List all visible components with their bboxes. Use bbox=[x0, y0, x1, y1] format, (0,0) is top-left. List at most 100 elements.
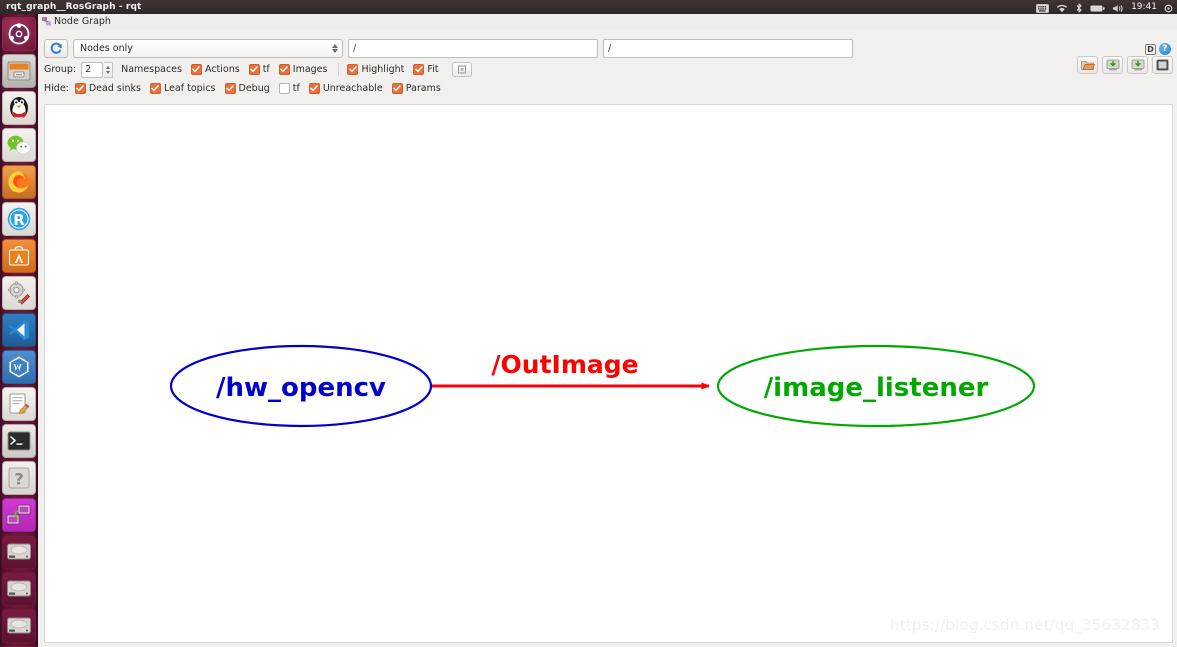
ubuntu-software-icon bbox=[8, 245, 30, 266]
checkbox-namespaces[interactable]: Namespaces bbox=[121, 64, 182, 75]
save-dot-button[interactable] bbox=[1127, 56, 1148, 74]
launcher-item-firefox[interactable] bbox=[2, 165, 36, 199]
launcher-item-qq[interactable] bbox=[2, 91, 36, 125]
launcher-item-disk-1[interactable] bbox=[2, 535, 36, 569]
launcher-item-remote-desktop[interactable] bbox=[2, 498, 36, 532]
refresh-icon bbox=[50, 42, 62, 54]
checkbox-debug-box[interactable] bbox=[224, 83, 236, 94]
graph-toolbar: D ? Nodes only / / Group: 2 Namespaces A… bbox=[38, 29, 1177, 103]
graph-canvas[interactable]: /OutImage /hw_opencv /image_listener htt… bbox=[44, 104, 1173, 643]
checkbox-unreachable[interactable]: Unreachable bbox=[308, 83, 383, 94]
qq-icon bbox=[10, 97, 28, 119]
dock-badge[interactable]: D bbox=[1145, 43, 1156, 55]
tab-strip: Node Graph bbox=[38, 14, 1177, 29]
help-question-icon[interactable]: ? bbox=[1159, 43, 1171, 55]
checkbox-dead-sinks-box[interactable] bbox=[74, 83, 86, 94]
node-filter-input[interactable]: / bbox=[603, 39, 853, 58]
toolbar-row-filters: Nodes only / / bbox=[44, 39, 853, 58]
svg-text:R: R bbox=[13, 211, 25, 229]
terminal-icon bbox=[7, 431, 31, 451]
group-depth-input[interactable]: 2 bbox=[81, 61, 104, 78]
launcher-item-text-editor[interactable] bbox=[2, 387, 36, 421]
node-label-image-listener: /image_listener bbox=[764, 373, 989, 403]
highlight-label: Highlight bbox=[361, 64, 405, 75]
fullscreen-icon bbox=[1156, 59, 1169, 71]
toolbar-separator bbox=[338, 63, 340, 76]
checkbox-images-box[interactable] bbox=[278, 64, 290, 75]
screen: rqt_graph__RosGraph - rqt 19:41 R ? Node… bbox=[0, 0, 1177, 647]
text-editor-icon bbox=[9, 393, 30, 414]
svg-text:?: ? bbox=[14, 470, 23, 489]
rqt-window: Node Graph D ? Nodes only / / Group: 2 N… bbox=[38, 14, 1177, 647]
launcher-item-disk-2[interactable] bbox=[2, 572, 36, 606]
graph-node-hw-opencv[interactable]: /hw_opencv bbox=[169, 344, 433, 428]
fit-in-view-button[interactable] bbox=[451, 62, 472, 77]
checkbox-leaf-topics-box[interactable] bbox=[149, 83, 161, 94]
launcher-item-help[interactable]: ? bbox=[2, 461, 36, 495]
graph-edge-outimage[interactable]: /OutImage bbox=[431, 350, 711, 390]
launcher-item-wps-writer[interactable] bbox=[2, 350, 36, 384]
window-title: rqt_graph__RosGraph - rqt bbox=[6, 2, 142, 12]
disk-icon bbox=[7, 617, 31, 634]
system-tray: 19:41 bbox=[1036, 0, 1177, 14]
files-icon bbox=[7, 61, 31, 81]
graph-type-combo[interactable]: Nodes only bbox=[73, 39, 343, 58]
hide-label: Hide: bbox=[44, 83, 69, 94]
fullscreen-button[interactable] bbox=[1152, 56, 1173, 74]
checkbox-hide-tf[interactable]: tf bbox=[278, 83, 300, 94]
watermark: https://blog.csdn.net/qq_35632833 bbox=[890, 616, 1160, 634]
checkbox-highlight[interactable]: Highlight bbox=[347, 64, 404, 75]
checkbox-fit[interactable]: Fit bbox=[413, 64, 439, 75]
graph-node-image-listener[interactable]: /image_listener bbox=[716, 344, 1036, 428]
checkbox-params-box[interactable] bbox=[391, 83, 403, 94]
actions-label: Actions bbox=[204, 64, 240, 75]
launcher-item-system-settings[interactable] bbox=[2, 276, 36, 310]
topic-filter-value: / bbox=[353, 43, 357, 54]
clock[interactable]: 19:41 bbox=[1131, 2, 1157, 12]
checkbox-fit-box[interactable] bbox=[413, 64, 425, 75]
namespaces-label: Namespaces bbox=[121, 64, 182, 75]
rstudio-icon: R bbox=[7, 207, 31, 231]
checkbox-actions[interactable]: Actions bbox=[190, 64, 240, 75]
help-icon: ? bbox=[8, 467, 30, 489]
ubuntu-dash-icon bbox=[8, 23, 30, 45]
fit-label: Fit bbox=[427, 64, 439, 75]
launcher-item-files[interactable] bbox=[2, 54, 36, 88]
checkbox-highlight-box[interactable] bbox=[347, 64, 359, 75]
launcher-item-wechat[interactable] bbox=[2, 128, 36, 162]
checkbox-tf-box[interactable] bbox=[248, 64, 260, 75]
ros-graph-svg: /OutImage /hw_opencv /image_listener bbox=[169, 344, 1036, 428]
launcher-item-disk-3[interactable] bbox=[2, 609, 36, 643]
checkbox-tf[interactable]: tf bbox=[248, 64, 270, 75]
fit-in-view-icon bbox=[457, 65, 466, 74]
node-graph-icon bbox=[42, 17, 51, 26]
group-depth-stepper[interactable] bbox=[104, 61, 114, 78]
toolbar-row-group: Group: 2 Namespaces Actions tf Images Hi… bbox=[44, 61, 472, 78]
launcher-item-vscode[interactable] bbox=[2, 313, 36, 347]
save-image-button[interactable] bbox=[1102, 56, 1123, 74]
chevron-updown-icon bbox=[330, 41, 339, 56]
tab-node-graph[interactable]: Node Graph bbox=[38, 14, 116, 29]
checkbox-dead-sinks[interactable]: Dead sinks bbox=[74, 83, 141, 94]
launcher-item-rstudio[interactable]: R bbox=[2, 202, 36, 236]
topic-filter-input[interactable]: / bbox=[348, 39, 598, 58]
tab-label: Node Graph bbox=[54, 16, 111, 27]
launcher-item-ubuntu-dash[interactable] bbox=[2, 17, 36, 51]
checkbox-unreachable-box[interactable] bbox=[308, 83, 320, 94]
refresh-button[interactable] bbox=[44, 39, 68, 58]
load-dot-button[interactable] bbox=[1077, 56, 1098, 74]
launcher-item-terminal[interactable] bbox=[2, 424, 36, 458]
unreachable-label: Unreachable bbox=[322, 83, 383, 94]
help-badges: D ? bbox=[1145, 43, 1171, 55]
checkbox-hide-tf-box[interactable] bbox=[278, 83, 290, 94]
checkbox-images[interactable]: Images bbox=[278, 64, 327, 75]
wechat-icon bbox=[7, 135, 31, 156]
firefox-icon bbox=[8, 171, 30, 193]
launcher-item-ubuntu-software[interactable] bbox=[2, 239, 36, 273]
checkbox-leaf-topics[interactable]: Leaf topics bbox=[149, 83, 216, 94]
checkbox-params[interactable]: Params bbox=[391, 83, 441, 94]
wps-writer-icon bbox=[9, 356, 29, 378]
checkbox-debug[interactable]: Debug bbox=[224, 83, 270, 94]
checkbox-actions-box[interactable] bbox=[190, 64, 202, 75]
graph-type-value: Nodes only bbox=[80, 43, 133, 54]
